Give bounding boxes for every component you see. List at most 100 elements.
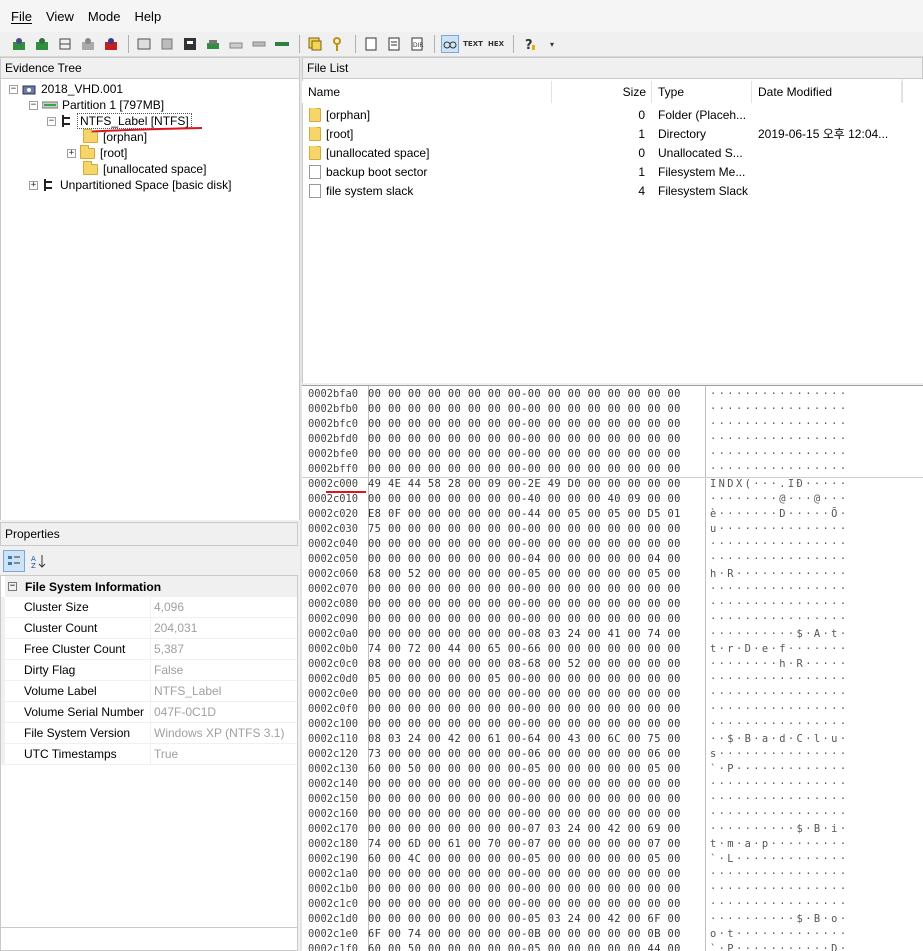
decrypt-apfs-icon[interactable]: [250, 35, 268, 53]
property-row[interactable]: UTC Timestamps True: [5, 744, 297, 765]
add-to-custom-content-icon[interactable]: [306, 35, 324, 53]
hex-row[interactable]: 0002c180 74 00 6D 00 61 00 70 00-07 00 00…: [302, 838, 849, 853]
menu-mode[interactable]: Mode: [81, 9, 128, 24]
hex-row[interactable]: 0002c110 08 03 24 00 42 00 61 00-64 00 43…: [302, 733, 849, 748]
column-date-modified[interactable]: Date Modified: [752, 81, 902, 103]
menu-file[interactable]: File: [4, 9, 39, 24]
tree-node-unallocated[interactable]: [unallocated space]: [83, 160, 206, 177]
hex-view-active-icon[interactable]: [441, 35, 459, 53]
property-row[interactable]: File System Version Windows XP (NTFS 3.1): [5, 723, 297, 744]
list-item[interactable]: [root] 1 Directory 2019-06-15 오후 12:04..…: [302, 124, 903, 143]
sort-alphabetical-icon[interactable]: AZ: [29, 551, 49, 571]
hex-view-icon[interactable]: HEX: [487, 35, 505, 53]
list-item[interactable]: [orphan] 0 Folder (Placeh...: [302, 105, 903, 124]
hex-row[interactable]: 0002c060 68 00 52 00 00 00 00 00-05 00 00…: [302, 568, 849, 583]
hex-row[interactable]: 0002c130 60 00 50 00 00 00 00 00-05 00 00…: [302, 763, 849, 778]
property-row[interactable]: Cluster Size 4,096: [5, 597, 297, 618]
column-type[interactable]: Type: [652, 81, 752, 103]
hex-row[interactable]: 0002c170 00 00 00 00 00 00 00 00-07 03 24…: [302, 823, 849, 838]
collapse-icon[interactable]: −: [47, 116, 56, 126]
image-mounting-icon[interactable]: [56, 35, 74, 53]
add-all-evidence-icon[interactable]: [33, 35, 51, 53]
tree-node-image[interactable]: − 2018_VHD.001: [9, 81, 123, 97]
add-evidence-icon[interactable]: [10, 35, 28, 53]
hex-row[interactable]: 0002c1a0 00 00 00 00 00 00 00 00-00 00 00…: [302, 868, 849, 883]
property-row[interactable]: Dirty Flag False: [5, 660, 297, 681]
tree-node-partition[interactable]: − Partition 1 [797MB]: [29, 97, 164, 113]
hex-row[interactable]: 0002c0e0 00 00 00 00 00 00 00 00-00 00 00…: [302, 688, 849, 703]
hex-row[interactable]: 0002c020 E8 0F 00 00 00 00 00 00-44 00 05…: [302, 508, 849, 523]
collapse-icon[interactable]: −: [29, 100, 38, 110]
tree-node-root[interactable]: + [root]: [67, 144, 127, 161]
property-row[interactable]: Free Cluster Count 5,387: [5, 639, 297, 660]
hex-row[interactable]: 0002c150 00 00 00 00 00 00 00 00-00 00 00…: [302, 793, 849, 808]
expand-icon[interactable]: +: [29, 180, 38, 190]
property-category[interactable]: − File System Information: [5, 576, 297, 597]
hex-row[interactable]: 0002c090 00 00 00 00 00 00 00 00-00 00 00…: [302, 613, 849, 628]
hex-row[interactable]: 0002c160 00 00 00 00 00 00 00 00-00 00 00…: [302, 808, 849, 823]
hex-row[interactable]: 0002bff0 00 00 00 00 00 00 00 00-00 00 00…: [302, 463, 849, 478]
text-view-icon[interactable]: TEXT: [463, 35, 483, 53]
toolbar-overflow-icon[interactable]: ▾: [543, 35, 561, 53]
hex-row[interactable]: 0002bfb0 00 00 00 00 00 00 00 00-00 00 00…: [302, 403, 849, 418]
hex-row[interactable]: 0002c0d0 05 00 00 00 00 00 05 00-00 00 00…: [302, 673, 849, 688]
directory-icon[interactable]: DIR: [408, 35, 426, 53]
verify-drive-icon[interactable]: [227, 35, 245, 53]
hex-row[interactable]: 0002c1f0 60 00 50 00 00 00 00 00-05 00 00…: [302, 943, 849, 951]
export-directory-listing-icon[interactable]: [273, 35, 291, 53]
hex-row[interactable]: 0002c100 00 00 00 00 00 00 00 00-00 00 00…: [302, 718, 849, 733]
hex-row[interactable]: 0002c0b0 74 00 72 00 44 00 65 00-66 00 00…: [302, 643, 849, 658]
hex-row[interactable]: 0002bfa0 00 00 00 00 00 00 00 00-00 00 00…: [302, 388, 849, 403]
hex-row[interactable]: 0002c010 00 00 00 00 00 00 00 00-40 00 00…: [302, 493, 849, 508]
remove-all-evidence-icon[interactable]: [102, 35, 120, 53]
hex-row[interactable]: 0002c050 00 00 00 00 00 00 00 00-04 00 00…: [302, 553, 849, 568]
folder-icon: [83, 128, 98, 143]
column-name[interactable]: Name: [302, 81, 552, 103]
hex-row[interactable]: 0002c120 73 00 00 00 00 00 00 00-06 00 00…: [302, 748, 849, 763]
hex-row[interactable]: 0002bfc0 00 00 00 00 00 00 00 00-00 00 00…: [302, 418, 849, 433]
hex-row[interactable]: 0002c000 49 4E 44 58 28 00 09 00-2E 49 D0…: [302, 478, 849, 493]
hex-row[interactable]: 0002c190 60 00 4C 00 00 00 00 00-05 00 00…: [302, 853, 849, 868]
list-item[interactable]: file system slack 4 Filesystem Slack: [302, 181, 903, 200]
property-row[interactable]: Volume Label NTFS_Label: [5, 681, 297, 702]
hex-row[interactable]: 0002c0f0 00 00 00 00 00 00 00 00-00 00 00…: [302, 703, 849, 718]
hex-row[interactable]: 0002c1d0 00 00 00 00 00 00 00 00-05 03 24…: [302, 913, 849, 928]
hex-ascii: ················: [710, 598, 849, 610]
hex-row[interactable]: 0002c1b0 00 00 00 00 00 00 00 00-00 00 00…: [302, 883, 849, 898]
hex-row[interactable]: 0002c0c0 08 00 00 00 00 00 00 08-68 00 52…: [302, 658, 849, 673]
tree-node-unpartitioned[interactable]: + Unpartitioned Space [basic disk]: [29, 177, 231, 193]
hex-row[interactable]: 0002c140 00 00 00 00 00 00 00 00-00 00 00…: [302, 778, 849, 793]
hex-row[interactable]: 0002c070 00 00 00 00 00 00 00 00-00 00 00…: [302, 583, 849, 598]
hex-row[interactable]: 0002c1e0 6F 00 74 00 00 00 00 00-0B 00 00…: [302, 928, 849, 943]
hex-offset: 0002c010: [308, 493, 359, 505]
remove-evidence-icon[interactable]: [79, 35, 97, 53]
hex-row[interactable]: 0002c080 00 00 00 00 00 00 00 00-00 00 00…: [302, 598, 849, 613]
create-custom-content-image-icon[interactable]: [362, 35, 380, 53]
list-item[interactable]: [unallocated space] 0 Unallocated S...: [302, 143, 903, 162]
hex-row[interactable]: 0002c030 75 00 00 00 00 00 00 00-00 00 00…: [302, 523, 849, 538]
export-files-icon[interactable]: [158, 35, 176, 53]
create-disk-image-icon[interactable]: [135, 35, 153, 53]
menu-help[interactable]: Help: [127, 9, 168, 24]
collapse-icon[interactable]: −: [9, 84, 18, 94]
collapse-icon[interactable]: −: [8, 582, 17, 591]
hex-row[interactable]: 0002c040 00 00 00 00 00 00 00 00-00 00 00…: [302, 538, 849, 553]
hex-row[interactable]: 0002c1c0 00 00 00 00 00 00 00 00-00 00 00…: [302, 898, 849, 913]
hex-row[interactable]: 0002bfd0 00 00 00 00 00 00 00 00-00 00 00…: [302, 433, 849, 448]
menu-view[interactable]: View: [39, 9, 81, 24]
hex-row[interactable]: 0002bfe0 00 00 00 00 00 00 00 00-00 00 00…: [302, 448, 849, 463]
categorized-view-icon[interactable]: [3, 550, 25, 572]
expand-icon[interactable]: +: [67, 148, 76, 158]
column-size[interactable]: Size: [552, 81, 652, 103]
obtain-protected-files-icon[interactable]: [181, 35, 199, 53]
help-icon[interactable]: ?: [520, 35, 538, 53]
create-image-icon[interactable]: [385, 35, 403, 53]
capture-memory-icon[interactable]: [204, 35, 222, 53]
list-item[interactable]: backup boot sector 1 Filesystem Me...: [302, 162, 903, 181]
tree-node-orphan[interactable]: [orphan]: [83, 128, 147, 145]
hex-row[interactable]: 0002c0a0 00 00 00 00 00 00 00 00-08 03 24…: [302, 628, 849, 643]
property-row[interactable]: Cluster Count 204,031: [5, 618, 297, 639]
add-to-custom-content-image-icon[interactable]: [329, 35, 347, 53]
hex-viewer[interactable]: 0002bfa0 00 00 00 00 00 00 00 00-00 00 00…: [302, 385, 923, 951]
property-row[interactable]: Volume Serial Number 047F-0C1D: [5, 702, 297, 723]
